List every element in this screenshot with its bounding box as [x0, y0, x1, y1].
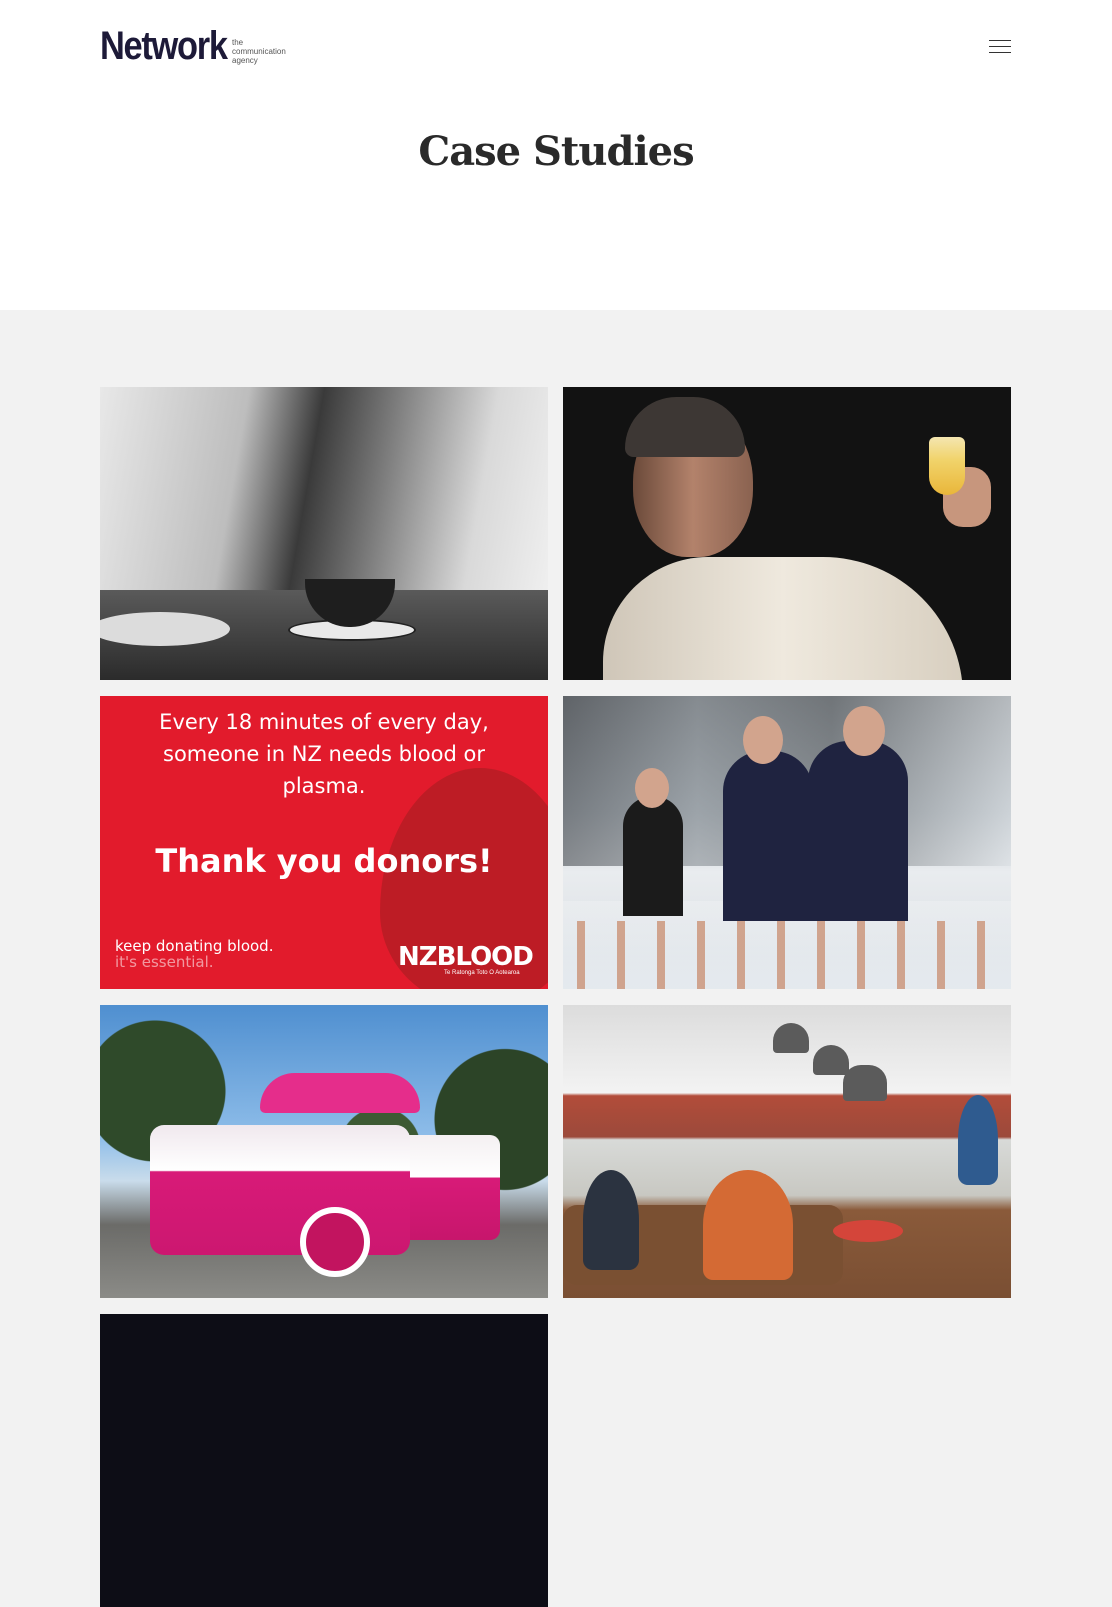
- page-title: Case Studies: [418, 128, 694, 175]
- judge-3: [623, 796, 683, 916]
- person-right: [703, 1170, 793, 1280]
- person-left: [583, 1170, 639, 1270]
- hamburger-menu-icon[interactable]: [989, 38, 1013, 56]
- pendant-lamp-1: [773, 1023, 809, 1053]
- network-logo[interactable]: Network the communication agency: [100, 26, 286, 66]
- tagline-line-2: communication: [232, 47, 286, 56]
- case-study-chelsea-train[interactable]: [100, 1005, 548, 1298]
- case-study-office[interactable]: [563, 1005, 1011, 1298]
- nzblood-logo: NZBLOOD: [398, 942, 534, 972]
- case-study-night[interactable]: [100, 1314, 548, 1607]
- pendant-lamp-3: [843, 1065, 887, 1101]
- red-stool: [833, 1220, 903, 1242]
- headline-line-1: Every 18 minutes of every day,: [159, 710, 489, 734]
- nzblood-headline: Every 18 minutes of every day, someone i…: [100, 706, 548, 802]
- keep-donating-text: keep donating blood. it's essential.: [115, 938, 273, 970]
- case-study-wine-judging[interactable]: [563, 696, 1011, 989]
- tagline-line-1: the: [232, 38, 244, 47]
- train-engine: [150, 1125, 410, 1255]
- judge-2: [808, 741, 908, 921]
- keep-line-2: it's essential.: [115, 953, 214, 971]
- judge-3-face: [635, 768, 669, 808]
- case-study-cafe[interactable]: [100, 387, 548, 680]
- wine-glasses-rows: [563, 921, 1011, 989]
- nzblood-logo-sub: Te Ratonga Toto O Aotearoa: [444, 970, 520, 976]
- case-study-nzblood[interactable]: Every 18 minutes of every day, someone i…: [100, 696, 548, 989]
- person-hair: [625, 397, 745, 457]
- logo-tagline: the communication agency: [232, 38, 286, 65]
- train-roof: [260, 1073, 420, 1113]
- person-standing: [958, 1095, 998, 1185]
- case-study-wine-tasting[interactable]: [563, 387, 1011, 680]
- judge-1-face: [743, 716, 783, 764]
- logo-wordmark: Network: [100, 24, 228, 68]
- person-shirt: [603, 557, 963, 680]
- pendant-lamp-2: [813, 1045, 849, 1075]
- site-header: Network the communication agency Case St…: [0, 0, 1112, 310]
- headline-line-3: plasma.: [282, 774, 366, 798]
- keep-line-1: keep donating blood.: [115, 937, 274, 955]
- wine-glass: [929, 437, 965, 495]
- judge-1: [723, 751, 813, 921]
- train-wheel: [300, 1207, 370, 1277]
- thank-you-text: Thank you donors!: [155, 842, 493, 880]
- tagline-line-3: agency: [232, 56, 258, 65]
- judge-2-face: [843, 706, 885, 756]
- headline-line-2: someone in NZ needs blood or: [163, 742, 485, 766]
